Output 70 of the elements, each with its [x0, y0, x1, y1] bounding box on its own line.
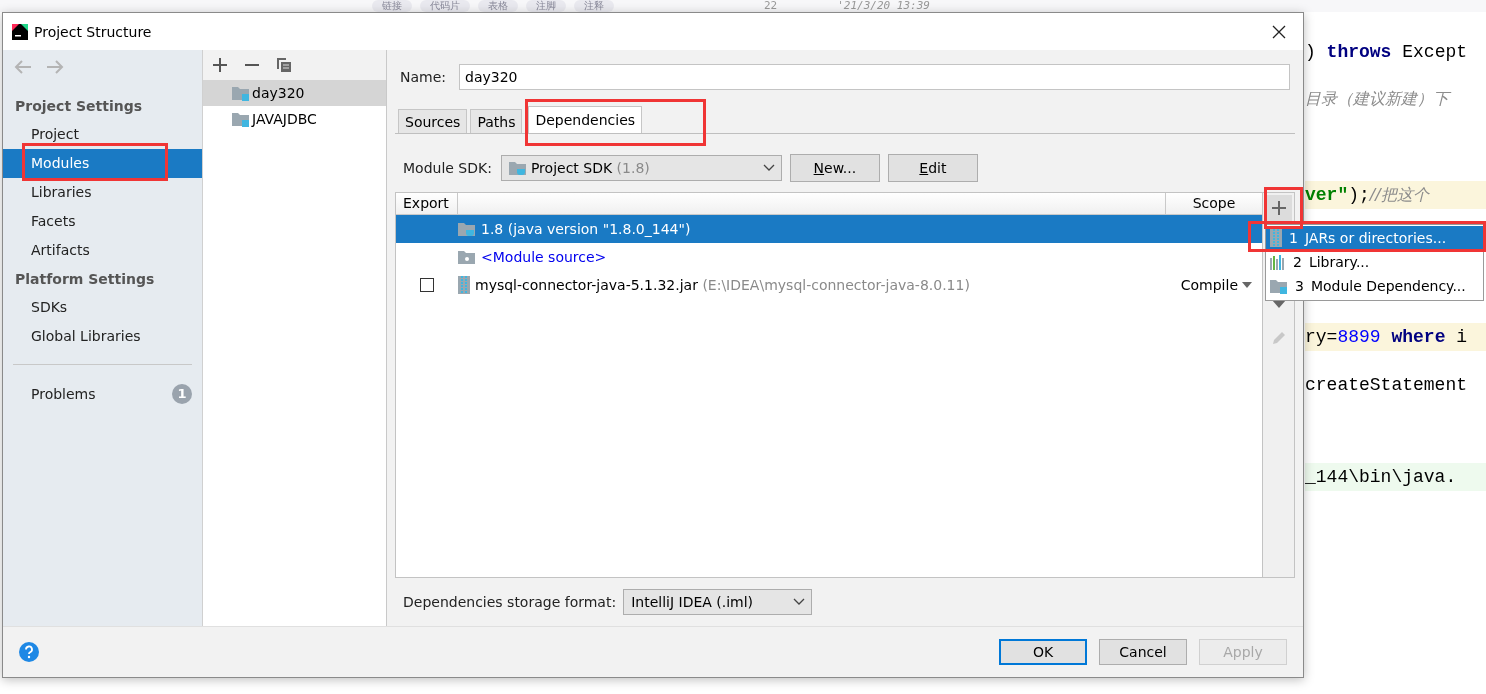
timestamp: '21/3/20 13:39 — [837, 0, 930, 12]
module-item[interactable]: JAVAJDBC — [203, 106, 386, 132]
dependency-row[interactable]: 1.8 (java version "1.8.0_144") — [396, 215, 1262, 243]
menu-item[interactable]: 2 Library... — [1266, 250, 1483, 274]
dependency-row[interactable]: mysql-connector-java-5.1.32.jar (E:\IDEA\mysql-connector-java-8.0.11) Compile — [396, 271, 1262, 299]
dialog-button[interactable]: OK — [999, 639, 1087, 665]
window-title: Project Structure — [34, 23, 153, 40]
tab[interactable]: Dependencies — [528, 106, 643, 133]
sidebar-item[interactable]: Artifacts — [3, 236, 202, 265]
sdk-button[interactable]: New... — [789, 154, 880, 182]
field-label: Module SDK: — [403, 160, 492, 176]
export-checkbox[interactable] — [420, 278, 434, 292]
caret-icon — [1242, 282, 1252, 288]
minus-icon — [245, 63, 259, 67]
code-line: createStatement — [1305, 374, 1469, 397]
name-field[interactable]: day320 — [459, 64, 1290, 90]
sidebar-item[interactable]: Libraries — [3, 178, 202, 207]
sdk-icon — [508, 160, 527, 176]
column-header: Export — [396, 193, 458, 214]
scope-dropdown[interactable]: Compile — [1180, 277, 1252, 293]
dependency-name: 1.8 (java version "1.8.0_144") — [481, 221, 691, 237]
jar-icon — [1270, 229, 1282, 247]
tab[interactable]: Paths — [470, 109, 523, 133]
app-icon — [12, 23, 28, 40]
close-icon — [1272, 24, 1286, 39]
sdk-icon — [458, 221, 476, 237]
sdk-dropdown[interactable]: Project SDK (1.8) — [500, 155, 782, 181]
jar-icon — [458, 276, 470, 294]
module-name: JAVAJDBC — [252, 111, 317, 127]
help-icon[interactable] — [18, 641, 40, 663]
module-icon — [1270, 278, 1288, 294]
menu-item[interactable]: 1 JARs or directories... — [1266, 226, 1483, 250]
section-heading: Platform Settings — [14, 270, 156, 289]
plus-icon — [1271, 201, 1286, 215]
plus-icon — [213, 58, 227, 72]
copy-button[interactable] — [275, 56, 293, 74]
field-label: Dependencies storage format: — [403, 594, 617, 610]
dependency-link[interactable]: <Module source> — [481, 249, 607, 265]
count-badge: 1 — [172, 383, 192, 404]
pencil-icon — [1270, 330, 1287, 346]
line-number: 22 — [764, 0, 778, 12]
sidebar-item[interactable]: Project — [3, 120, 202, 149]
chevron-icon — [762, 164, 775, 172]
code-line: ) throws Except — [1305, 41, 1469, 64]
module-name: day320 — [252, 85, 305, 101]
column-header: Scope — [1191, 194, 1237, 213]
dependency-name: mysql-connector-java-5.1.32.jar (E:\IDEA\mysql-connector-java-8.0.11) — [475, 277, 970, 293]
code-line: 目录（建议新建）下 — [1305, 85, 1486, 113]
library-icon — [1270, 254, 1286, 270]
copy-icon — [276, 57, 292, 73]
source-folder-icon — [458, 249, 476, 265]
module-icon — [232, 85, 250, 101]
sidebar-item[interactable]: Global Libraries — [3, 322, 202, 351]
dialog-button[interactable]: Cancel — [1099, 639, 1187, 665]
sidebar-item[interactable]: Modules — [3, 149, 202, 178]
chevron-icon — [793, 598, 806, 606]
sidebar-item[interactable]: SDKs — [3, 293, 202, 322]
tab[interactable]: Sources — [398, 109, 468, 133]
sidebar-item[interactable]: Problems — [31, 385, 172, 402]
section-heading: Project Settings — [14, 97, 144, 116]
sdk-button[interactable]: Edit — [887, 154, 978, 182]
format-dropdown[interactable]: IntelliJ IDEA (.iml) — [623, 589, 813, 615]
dependency-row[interactable]: <Module source> — [396, 243, 1262, 271]
sidebar-item[interactable]: Facets — [3, 207, 202, 236]
add-button[interactable] — [211, 56, 229, 74]
module-item[interactable]: day320 — [203, 80, 386, 106]
module-icon — [232, 111, 250, 127]
menu-item[interactable]: 3 Module Dependency... — [1266, 274, 1483, 298]
add-button[interactable] — [1265, 195, 1292, 221]
field-label: Name: — [400, 69, 447, 85]
